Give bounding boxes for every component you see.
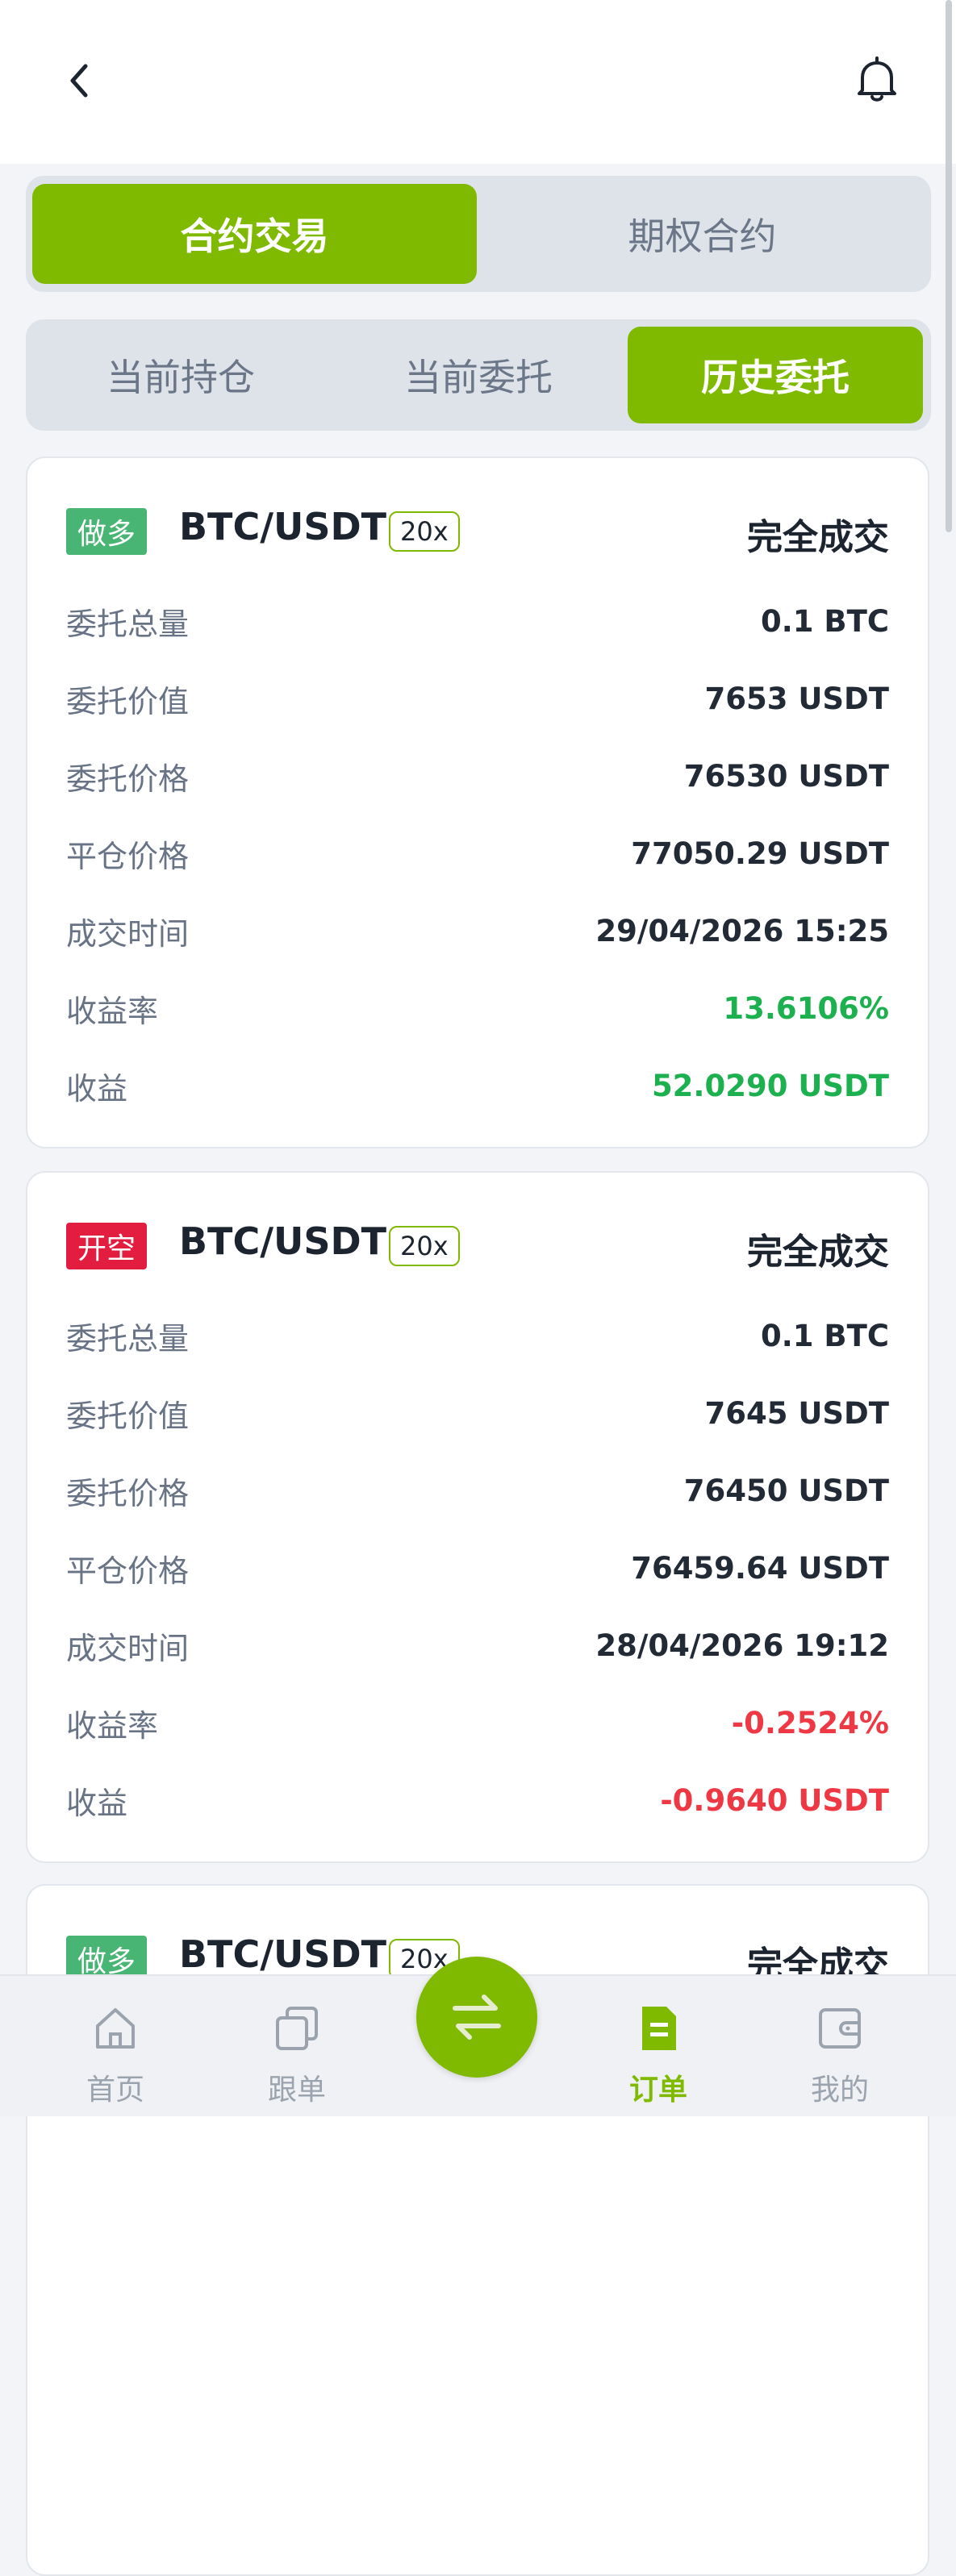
- row-label: 委托总量: [66, 1320, 190, 1357]
- trading-pair: BTC/USDT: [179, 505, 387, 548]
- side-badge: 开空: [66, 1223, 148, 1269]
- row-value: 76530 USDT: [683, 758, 889, 794]
- row-value: 77050.29 USDT: [631, 836, 889, 871]
- tab-current-orders[interactable]: 当前委托: [331, 327, 626, 423]
- row-label: 平仓价格: [66, 838, 190, 874]
- row-close-price: 平仓价格 76459.64 USDT: [66, 1544, 889, 1592]
- trade-type-switch: 合约交易 期权合约: [26, 176, 931, 292]
- tabbar-item-home[interactable]: 首页: [35, 1976, 196, 2116]
- row-label: 委托价格: [66, 761, 190, 797]
- row-value: 7653 USDT: [704, 681, 889, 716]
- tabbar-item-profile[interactable]: 我的: [759, 1976, 921, 2116]
- row-label: 成交时间: [66, 1630, 190, 1666]
- row-label: 委托价值: [66, 683, 190, 719]
- row-profit: 收益 -0.9640 USDT: [66, 1776, 889, 1824]
- row-value: 13.6106%: [723, 990, 889, 1026]
- tab-contract-trading[interactable]: 合约交易: [32, 184, 477, 284]
- tabbar-label: 我的: [810, 2074, 869, 2107]
- row-value: -0.9640 USDT: [660, 1782, 889, 1818]
- row-order-price: 委托价格 76530 USDT: [66, 752, 889, 800]
- row-value: 7645 USDT: [704, 1395, 889, 1431]
- tab-order-history[interactable]: 历史委托: [628, 327, 923, 423]
- scrollbar[interactable]: [946, 0, 952, 532]
- row-fill-time: 成交时间 29/04/2026 15:25: [66, 907, 889, 955]
- row-value: -0.2524%: [731, 1705, 889, 1740]
- app-header: [0, 0, 956, 164]
- row-value: 29/04/2026 15:25: [595, 913, 889, 948]
- row-label: 委托价值: [66, 1398, 190, 1434]
- order-card[interactable]: 做多 BTC/USDT 20x 完全成交 委托总量 0.1 BTC 委托价值 7…: [26, 456, 929, 1148]
- tabbar-label: 首页: [86, 2074, 144, 2107]
- row-value: 28/04/2026 19:12: [595, 1628, 889, 1663]
- row-order-price: 委托价格 76450 USDT: [66, 1466, 889, 1515]
- leverage-badge: 20x: [389, 1226, 460, 1266]
- swap-icon: [453, 1995, 501, 2040]
- row-value: 0.1 BTC: [760, 1318, 889, 1353]
- row-return-rate: 收益率 13.6106%: [66, 984, 889, 1032]
- trading-pair: BTC/USDT: [179, 1932, 387, 1976]
- row-label: 成交时间: [66, 915, 190, 952]
- row-label: 收益率: [66, 1707, 159, 1744]
- row-label: 收益率: [66, 993, 159, 1029]
- leverage-badge: 20x: [389, 511, 460, 552]
- chevron-left-icon[interactable]: [58, 58, 103, 103]
- row-order-value: 委托价值 7645 USDT: [66, 1389, 889, 1437]
- row-order-quantity: 委托总量 0.1 BTC: [66, 1311, 889, 1360]
- trading-pair: BTC/USDT: [179, 1219, 387, 1263]
- row-fill-time: 成交时间 28/04/2026 19:12: [66, 1621, 889, 1669]
- tabbar-item-orders[interactable]: 订单: [578, 1976, 739, 2116]
- swap-button[interactable]: [416, 1957, 537, 2078]
- order-icon: [642, 2007, 676, 2050]
- order-card[interactable]: 开空 BTC/USDT 20x 完全成交 委托总量 0.1 BTC 委托价值 7…: [26, 1171, 929, 1863]
- row-order-value: 委托价值 7653 USDT: [66, 674, 889, 723]
- row-label: 收益: [66, 1785, 128, 1821]
- order-type-switch: 当前持仓 当前委托 历史委托: [26, 319, 931, 431]
- home-icon: [96, 2008, 135, 2049]
- tabbar-item-copy-trade[interactable]: 跟单: [216, 1976, 378, 2116]
- row-value: 76450 USDT: [683, 1473, 889, 1508]
- row-label: 收益: [66, 1070, 128, 1107]
- order-status: 完全成交: [747, 517, 889, 558]
- row-return-rate: 收益率 -0.2524%: [66, 1699, 889, 1747]
- copy-icon: [276, 2007, 318, 2050]
- tab-current-positions[interactable]: 当前持仓: [33, 327, 328, 423]
- row-close-price: 平仓价格 77050.29 USDT: [66, 829, 889, 877]
- side-badge: 做多: [66, 508, 148, 555]
- row-value: 52.0290 USDT: [651, 1068, 889, 1103]
- wallet-icon: [819, 2008, 861, 2049]
- row-order-quantity: 委托总量 0.1 BTC: [66, 597, 889, 645]
- row-value: 0.1 BTC: [760, 603, 889, 639]
- row-label: 平仓价格: [66, 1553, 190, 1589]
- tab-options-contract[interactable]: 期权合约: [480, 184, 925, 284]
- row-label: 委托价格: [66, 1475, 190, 1511]
- row-profit: 收益 52.0290 USDT: [66, 1061, 889, 1110]
- order-status: 完全成交: [747, 1232, 889, 1273]
- row-label: 委托总量: [66, 606, 190, 642]
- tabbar-label: 订单: [628, 2074, 687, 2107]
- row-value: 76459.64 USDT: [631, 1550, 889, 1586]
- tabbar-label: 跟单: [267, 2074, 326, 2107]
- bell-icon[interactable]: [853, 55, 901, 106]
